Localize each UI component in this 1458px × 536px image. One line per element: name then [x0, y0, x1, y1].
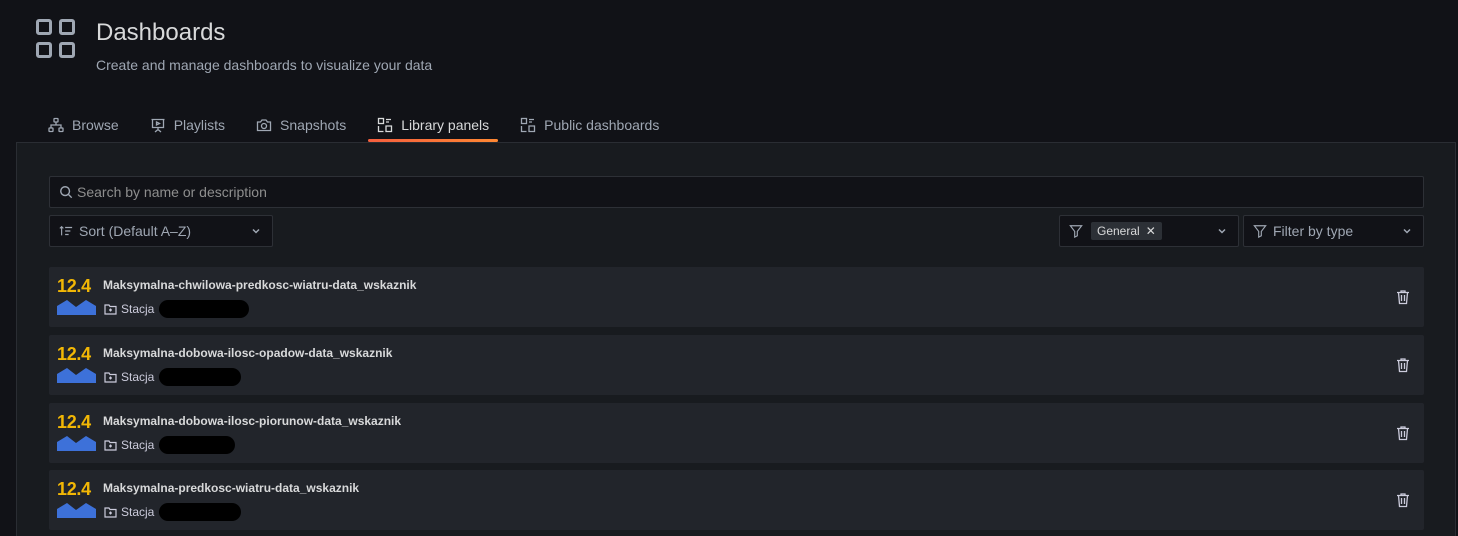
filter-icon: [1069, 225, 1083, 238]
sort-amount-down-icon: [59, 225, 73, 236]
folder-icon: [104, 440, 117, 451]
panel-folder: Stacja: [104, 436, 236, 454]
tab-bar: Browse Playlists Snapshots Library panel…: [40, 110, 682, 142]
stat-value: 12.4: [57, 479, 91, 499]
tab-label: Playlists: [173, 117, 226, 133]
stat-value: 12.4: [57, 276, 91, 296]
area-graph-icon: [57, 436, 96, 451]
chevron-down-icon: [252, 228, 260, 234]
library-panels-container: Sort (Default A–Z) General ✕ Filter by t…: [16, 142, 1456, 536]
folder-name: Stacja: [121, 505, 155, 519]
sort-select[interactable]: Sort (Default A–Z): [49, 215, 273, 247]
camera-icon: [256, 119, 272, 132]
page-subtitle: Create and manage dashboards to visualiz…: [96, 57, 433, 73]
stat-panel-icon: 12.4: [57, 411, 97, 455]
redaction-mark: [159, 300, 250, 318]
folder-name: Stacja: [121, 370, 155, 384]
sort-label: Sort (Default A–Z): [79, 223, 192, 239]
redaction-mark: [159, 368, 242, 386]
search-box[interactable]: [49, 176, 1424, 208]
apps-icon: [35, 18, 77, 60]
tab-label: Browse: [72, 117, 119, 133]
folder-chip: General ✕: [1091, 222, 1162, 240]
panel-folder: Stacja: [104, 503, 242, 521]
panel-folder: Stacja: [104, 300, 250, 318]
trash-icon[interactable]: [1396, 425, 1410, 441]
search-icon: [60, 186, 73, 199]
folder-icon: [104, 304, 117, 315]
list-item[interactable]: 12.4 Maksymalna-dobowa-ilosc-opadow-data…: [49, 335, 1424, 395]
tab-label: Library panels: [401, 117, 490, 133]
tab-browse[interactable]: Browse: [40, 110, 127, 140]
chevron-down-icon: [1403, 228, 1411, 234]
chevron-down-icon: [1218, 228, 1226, 234]
list-item[interactable]: 12.4 Maksymalna-predkosc-wiatru-data_wsk…: [49, 470, 1424, 530]
stat-value: 12.4: [57, 412, 91, 432]
folder-icon: [104, 507, 117, 518]
tab-library-panels[interactable]: Library panels: [368, 110, 499, 142]
filter-icon: [1253, 225, 1267, 238]
trash-icon[interactable]: [1396, 357, 1410, 373]
search-input[interactable]: [77, 184, 1377, 200]
tab-snapshots[interactable]: Snapshots: [248, 110, 354, 140]
type-filter-select[interactable]: Filter by type: [1243, 215, 1424, 247]
stat-panel-icon: 12.4: [57, 478, 97, 522]
panel-title: Maksymalna-dobowa-ilosc-opadow-data_wska…: [103, 346, 393, 360]
page-header: Dashboards Create and manage dashboards …: [35, 18, 432, 73]
stat-value: 12.4: [57, 344, 91, 364]
presentation-icon: [151, 118, 165, 133]
folder-name: Stacja: [121, 302, 155, 316]
folder-icon: [104, 372, 117, 383]
panel-folder: Stacja: [104, 368, 242, 386]
redaction-mark: [159, 436, 236, 454]
panel-title: Maksymalna-chwilowa-predkosc-wiatru-data…: [103, 278, 417, 292]
folder-chip-label: General: [1097, 224, 1140, 238]
type-filter-placeholder: Filter by type: [1273, 223, 1354, 239]
panel-title: Maksymalna-dobowa-ilosc-piorunow-data_ws…: [103, 414, 402, 428]
area-graph-icon: [57, 368, 96, 383]
close-icon[interactable]: ✕: [1146, 224, 1156, 238]
area-graph-icon: [57, 300, 96, 315]
stat-panel-icon: 12.4: [57, 343, 97, 387]
list-item[interactable]: 12.4 Maksymalna-dobowa-ilosc-piorunow-da…: [49, 403, 1424, 463]
page-title: Dashboards: [96, 19, 226, 46]
redaction-mark: [159, 503, 242, 521]
sitemap-icon: [48, 117, 64, 133]
tab-public-dashboards[interactable]: Public dashboards: [512, 110, 667, 140]
panel-title: Maksymalna-predkosc-wiatru-data_wskaznik: [103, 481, 360, 495]
list-item[interactable]: 12.4 Maksymalna-chwilowa-predkosc-wiatru…: [49, 267, 1424, 327]
tab-playlists[interactable]: Playlists: [142, 110, 233, 140]
area-graph-icon: [57, 503, 96, 518]
folder-filter-select[interactable]: General ✕: [1059, 215, 1239, 247]
tab-label: Public dashboards: [544, 117, 660, 133]
trash-icon[interactable]: [1396, 492, 1410, 508]
folder-name: Stacja: [121, 438, 155, 452]
library-panel-icon: [378, 117, 393, 133]
library-panel-icon: [521, 117, 536, 133]
trash-icon[interactable]: [1396, 289, 1410, 305]
tab-label: Snapshots: [280, 117, 347, 133]
stat-panel-icon: 12.4: [57, 275, 97, 319]
